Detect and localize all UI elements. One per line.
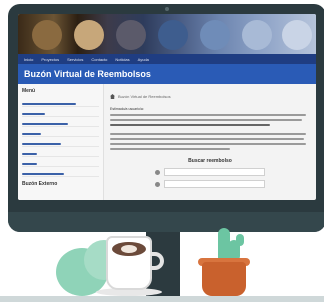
sidebar-item[interactable] — [22, 167, 99, 177]
breadcrumb: Buzón Virtual de Reembolsos — [110, 94, 310, 99]
camera-icon — [165, 7, 169, 11]
nav-item[interactable]: Proyectos — [41, 57, 59, 62]
header-photo — [116, 20, 146, 50]
flower-pot-illustration — [202, 262, 246, 296]
sidebar-item[interactable] — [22, 97, 99, 107]
nav-item[interactable]: Ayuda — [138, 57, 149, 62]
search-field[interactable] — [164, 168, 265, 176]
sidebar-footer-heading: Buzón Externo — [22, 181, 58, 187]
sidebar-item[interactable] — [22, 147, 99, 157]
monitor-chin — [8, 212, 324, 232]
header-banner — [18, 14, 316, 54]
nav-item[interactable]: Servicios — [67, 57, 83, 62]
paragraph-line — [110, 133, 306, 135]
search-row — [155, 168, 265, 176]
header-photo — [32, 20, 62, 50]
sidebar-item[interactable] — [22, 137, 99, 147]
site-title-bar: Buzón Virtual de Reembolsos — [18, 64, 316, 84]
desk — [0, 296, 324, 302]
breadcrumb-current: Buzón Virtual de Reembolsos — [118, 94, 171, 99]
sidebar-item[interactable] — [22, 157, 99, 167]
nav-item[interactable]: Noticias — [115, 57, 129, 62]
paragraph-line — [110, 143, 306, 145]
search-row — [155, 180, 265, 188]
sidebar: Menú Buzón Externo — [18, 84, 104, 200]
nav-item[interactable]: Inicio — [24, 57, 33, 62]
monitor: Inicio Proyectos Servicios Contacto Noti… — [8, 4, 324, 232]
site-title: Buzón Virtual de Reembolsos — [24, 69, 151, 79]
paragraph-line — [110, 114, 306, 116]
cactus-arm-illustration — [236, 234, 244, 246]
search-field[interactable] — [164, 180, 265, 188]
header-photo — [158, 20, 188, 50]
greeting-text: Estimado/a usuario/a: — [110, 107, 144, 111]
nav-item[interactable]: Contacto — [91, 57, 107, 62]
header-photo — [200, 20, 230, 50]
main-content: Buzón Virtual de Reembolsos Estimado/a u… — [110, 88, 310, 200]
radio-icon[interactable] — [155, 181, 160, 187]
sidebar-heading: Menú — [22, 88, 36, 94]
search-title: Buscar reembolso — [188, 158, 232, 164]
sidebar-item[interactable] — [22, 107, 99, 117]
header-photo — [282, 20, 312, 50]
paragraph-line — [110, 148, 230, 150]
sidebar-item[interactable] — [22, 127, 99, 137]
header-photo — [242, 20, 272, 50]
radio-icon[interactable] — [155, 169, 160, 175]
home-icon[interactable] — [110, 94, 115, 99]
paragraph-line — [110, 138, 304, 140]
top-navigation: Inicio Proyectos Servicios Contacto Noti… — [18, 54, 316, 64]
header-photo — [74, 20, 104, 50]
sidebar-item[interactable] — [22, 117, 99, 127]
coffee-mug-illustration — [106, 236, 152, 290]
paragraph-line — [110, 119, 302, 121]
foam-illustration — [121, 245, 137, 253]
monitor-screen: Inicio Proyectos Servicios Contacto Noti… — [18, 14, 316, 200]
